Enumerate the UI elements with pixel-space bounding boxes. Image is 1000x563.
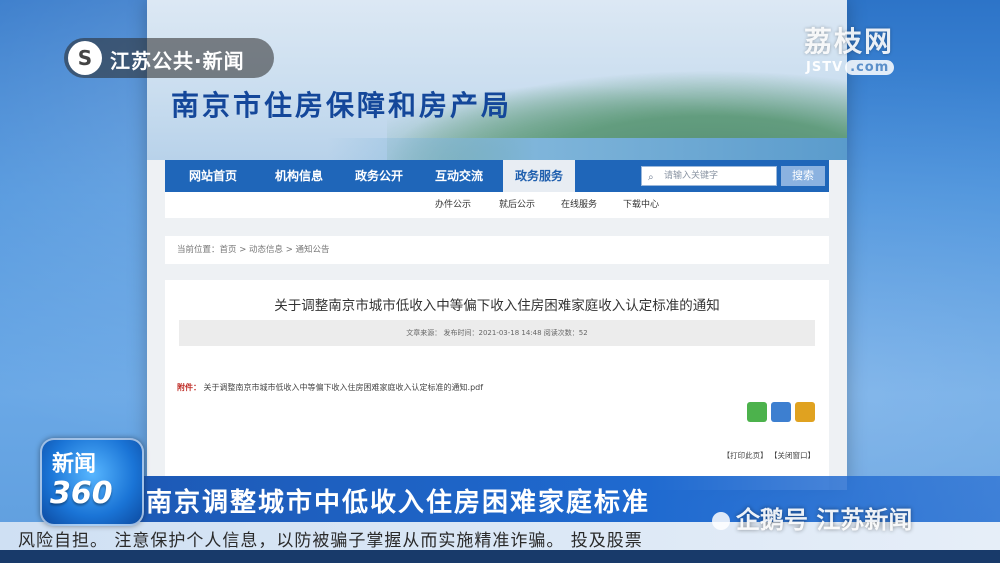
author-watermark: 企鹅号 江苏新闻 (712, 500, 912, 535)
article-panel: 关于调整南京市城市低收入中等偏下收入住房困难家庭收入认定标准的通知 文章来源： … (165, 280, 829, 490)
print-close-links: 【打印此页】 【关闭窗口】 (723, 450, 815, 461)
news-headline: 南京调整城市中低收入住房困难家庭标准 (146, 488, 651, 518)
badge-top-text: 新闻 (52, 452, 97, 477)
main-nav: 网站首页 机构信息 政务公开 互动交流 政务服务 ⌕ 请输入关键字 搜索 (165, 160, 829, 192)
site-banner: 南京市住房保障和房产局 (147, 0, 847, 160)
penguin-icon (712, 512, 730, 530)
close-window-link[interactable]: 【关闭窗口】 (770, 451, 815, 460)
print-page-link[interactable]: 【打印此页】 (723, 451, 768, 460)
attachment-label: 附件： (177, 383, 201, 392)
attachment-link[interactable]: 关于调整南京市城市低收入中等偏下收入住房困难家庭收入认定标准的通知.pdf (204, 383, 484, 392)
nav-interaction[interactable]: 互动交流 (435, 160, 483, 192)
author-watermark-text: 企鹅号 江苏新闻 (736, 506, 913, 534)
bottom-strip (0, 550, 1000, 563)
news360-badge: 新闻 360 (40, 438, 144, 526)
subnav-item[interactable]: 在线服务 (561, 192, 597, 218)
attachment-row: 附件： 关于调整南京市城市低收入中等偏下收入住房困难家庭收入认定标准的通知.pd… (177, 382, 483, 393)
nav-gov-services[interactable]: 政务服务 (503, 160, 575, 192)
station-logo-badge: S 江苏公共·新闻 (64, 38, 274, 78)
watermark-url-main: JSTV (806, 60, 844, 75)
watermark-url: JSTV .com (806, 60, 895, 75)
station-name: 江苏公共·新闻 (110, 49, 245, 73)
search-button[interactable]: 搜索 (781, 166, 825, 186)
jstv-logo-icon: S (68, 41, 102, 75)
site-title: 南京市住房保障和房产局 (171, 89, 513, 122)
search-icon: ⌕ (648, 172, 654, 183)
breadcrumb: 当前位置：首页 > 动态信息 > 通知公告 (165, 236, 829, 264)
favorite-star-icon[interactable] (771, 402, 791, 422)
nav-public-affairs[interactable]: 政务公开 (355, 160, 403, 192)
watermark-url-tld: .com (845, 60, 895, 75)
search-placeholder: 请输入关键字 (664, 171, 719, 181)
watermark-title: 荔枝网 (804, 25, 895, 58)
nav-organization[interactable]: 机构信息 (275, 160, 323, 192)
banner-lake-image (327, 138, 847, 160)
sub-nav: 办件公示 就后公示 在线服务 下载中心 (165, 192, 829, 218)
subnav-item[interactable]: 就后公示 (499, 192, 535, 218)
ticker-text: 风险自担。 注意保护个人信息，以防被骗子掌握从而实施精准诈骗。 投及股票 (18, 531, 643, 551)
weibo-share-icon[interactable] (795, 402, 815, 422)
article-title: 关于调整南京市城市低收入中等偏下收入住房困难家庭收入认定标准的通知 (274, 298, 720, 314)
article-meta: 文章来源： 发布时间：2021-03-18 14:48 阅读次数：52 (179, 320, 815, 346)
subnav-item[interactable]: 办件公示 (435, 192, 471, 218)
wechat-share-icon[interactable] (747, 402, 767, 422)
badge-bottom-text: 360 (50, 476, 113, 511)
subnav-item[interactable]: 下载中心 (623, 192, 659, 218)
search-input[interactable]: ⌕ 请输入关键字 (641, 166, 777, 186)
nav-home[interactable]: 网站首页 (189, 160, 237, 192)
